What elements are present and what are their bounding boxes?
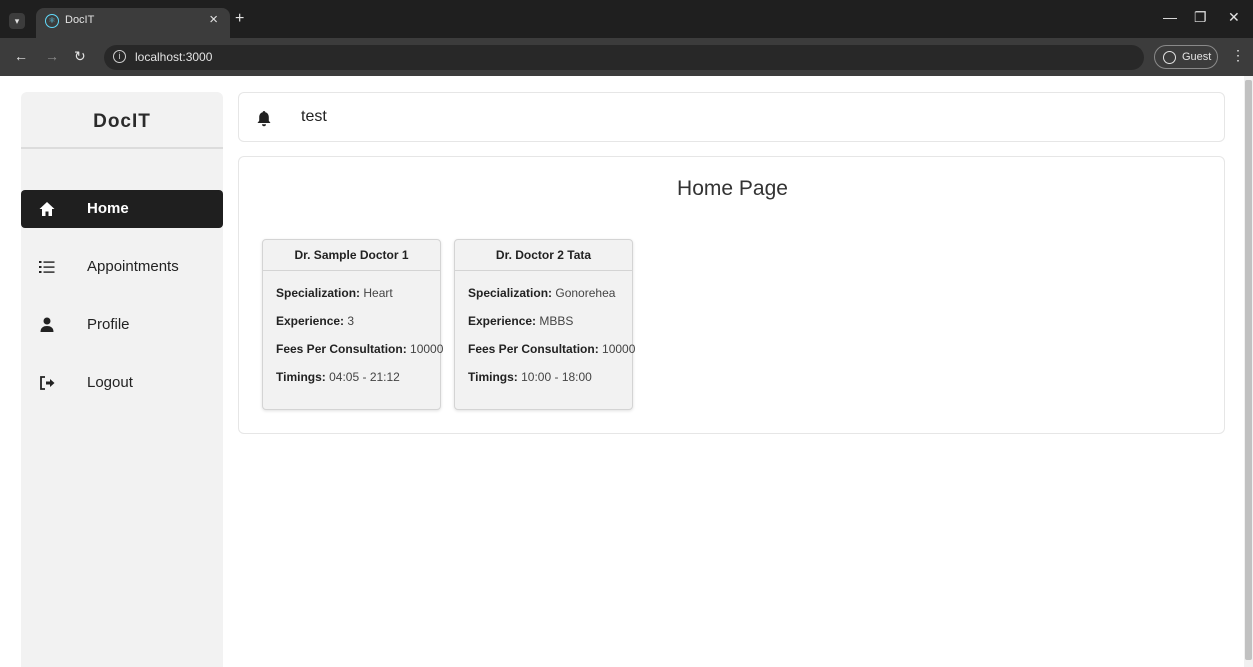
doctor-experience: Experience: 3 <box>276 314 355 328</box>
back-icon[interactable]: ← <box>14 48 28 64</box>
header-user-name[interactable]: test <box>301 108 327 126</box>
address-bar[interactable]: i localhost:3000 <box>104 45 1144 70</box>
doctor-timings: Timings: 10:00 - 18:00 <box>468 370 592 384</box>
bell-icon[interactable] <box>256 110 272 127</box>
tab-title: DocIT <box>65 14 95 26</box>
doctor-specialization: Specialization: Gonorehea <box>468 286 616 300</box>
sidebar-item-label: Home <box>87 200 129 217</box>
minimize-icon[interactable]: — <box>1163 9 1177 25</box>
new-tab-icon[interactable]: + <box>235 10 244 28</box>
user-icon <box>40 317 54 332</box>
main-content: Home Page Dr. Sample Doctor 1 Specializa… <box>238 156 1225 434</box>
close-window-icon[interactable]: ✕ <box>1228 9 1240 26</box>
doctor-name: Dr. Sample Doctor 1 <box>263 240 440 271</box>
react-favicon-icon: ⚛ <box>45 14 59 28</box>
forward-icon[interactable]: → <box>45 48 59 64</box>
url-text: localhost:3000 <box>135 50 213 64</box>
doctor-fees: Fees Per Consultation: 10000 <box>276 342 444 356</box>
guest-avatar-icon <box>1163 51 1176 64</box>
page-title: Home Page <box>677 177 788 200</box>
browser-toolbar: ← → ↻ i localhost:3000 Guest ⋮ <box>0 38 1253 76</box>
browser-tab[interactable]: ⚛ DocIT × <box>36 8 230 38</box>
tab-close-icon[interactable]: × <box>209 11 218 28</box>
scrollbar-thumb[interactable] <box>1245 80 1252 660</box>
restore-icon[interactable]: ❐ <box>1194 9 1207 26</box>
doctor-experience: Experience: MBBS <box>468 314 574 328</box>
browser-menu-icon[interactable]: ⋮ <box>1231 47 1245 64</box>
profile-label: Guest <box>1182 51 1212 63</box>
home-icon <box>39 202 55 216</box>
app-logo: DocIT <box>21 92 223 149</box>
page-viewport: DocIT Home Appointments Profile Logout t… <box>0 76 1253 667</box>
sidebar-item-label: Profile <box>87 316 130 333</box>
sidebar: DocIT Home Appointments Profile Logout <box>21 92 223 667</box>
list-icon <box>39 261 55 273</box>
site-info-icon[interactable]: i <box>113 50 126 63</box>
sidebar-item-home[interactable]: Home <box>21 190 223 228</box>
doctor-card[interactable]: Dr. Sample Doctor 1 Specialization: Hear… <box>262 239 444 410</box>
doctor-name: Dr. Doctor 2 Tata <box>455 240 632 271</box>
sidebar-item-label: Logout <box>87 374 133 391</box>
doctor-fees: Fees Per Consultation: 10000 <box>468 342 636 356</box>
doctor-card[interactable]: Dr. Doctor 2 Tata Specialization: Gonore… <box>454 239 636 410</box>
sidebar-item-logout[interactable]: Logout <box>21 364 223 402</box>
profile-button[interactable]: Guest <box>1154 45 1218 69</box>
reload-icon[interactable]: ↻ <box>74 48 86 65</box>
sidebar-item-profile[interactable]: Profile <box>21 306 223 344</box>
browser-tabstrip: ▾ ⚛ DocIT × + — ❐ ✕ <box>0 0 1253 38</box>
page-header: test <box>238 92 1225 142</box>
tab-search-icon[interactable]: ▾ <box>9 13 25 29</box>
logout-icon <box>40 376 55 390</box>
doctor-timings: Timings: 04:05 - 21:12 <box>276 370 400 384</box>
sidebar-item-appointments[interactable]: Appointments <box>21 248 223 286</box>
sidebar-item-label: Appointments <box>87 258 179 275</box>
doctor-specialization: Specialization: Heart <box>276 286 393 300</box>
page-scrollbar[interactable] <box>1244 76 1253 667</box>
